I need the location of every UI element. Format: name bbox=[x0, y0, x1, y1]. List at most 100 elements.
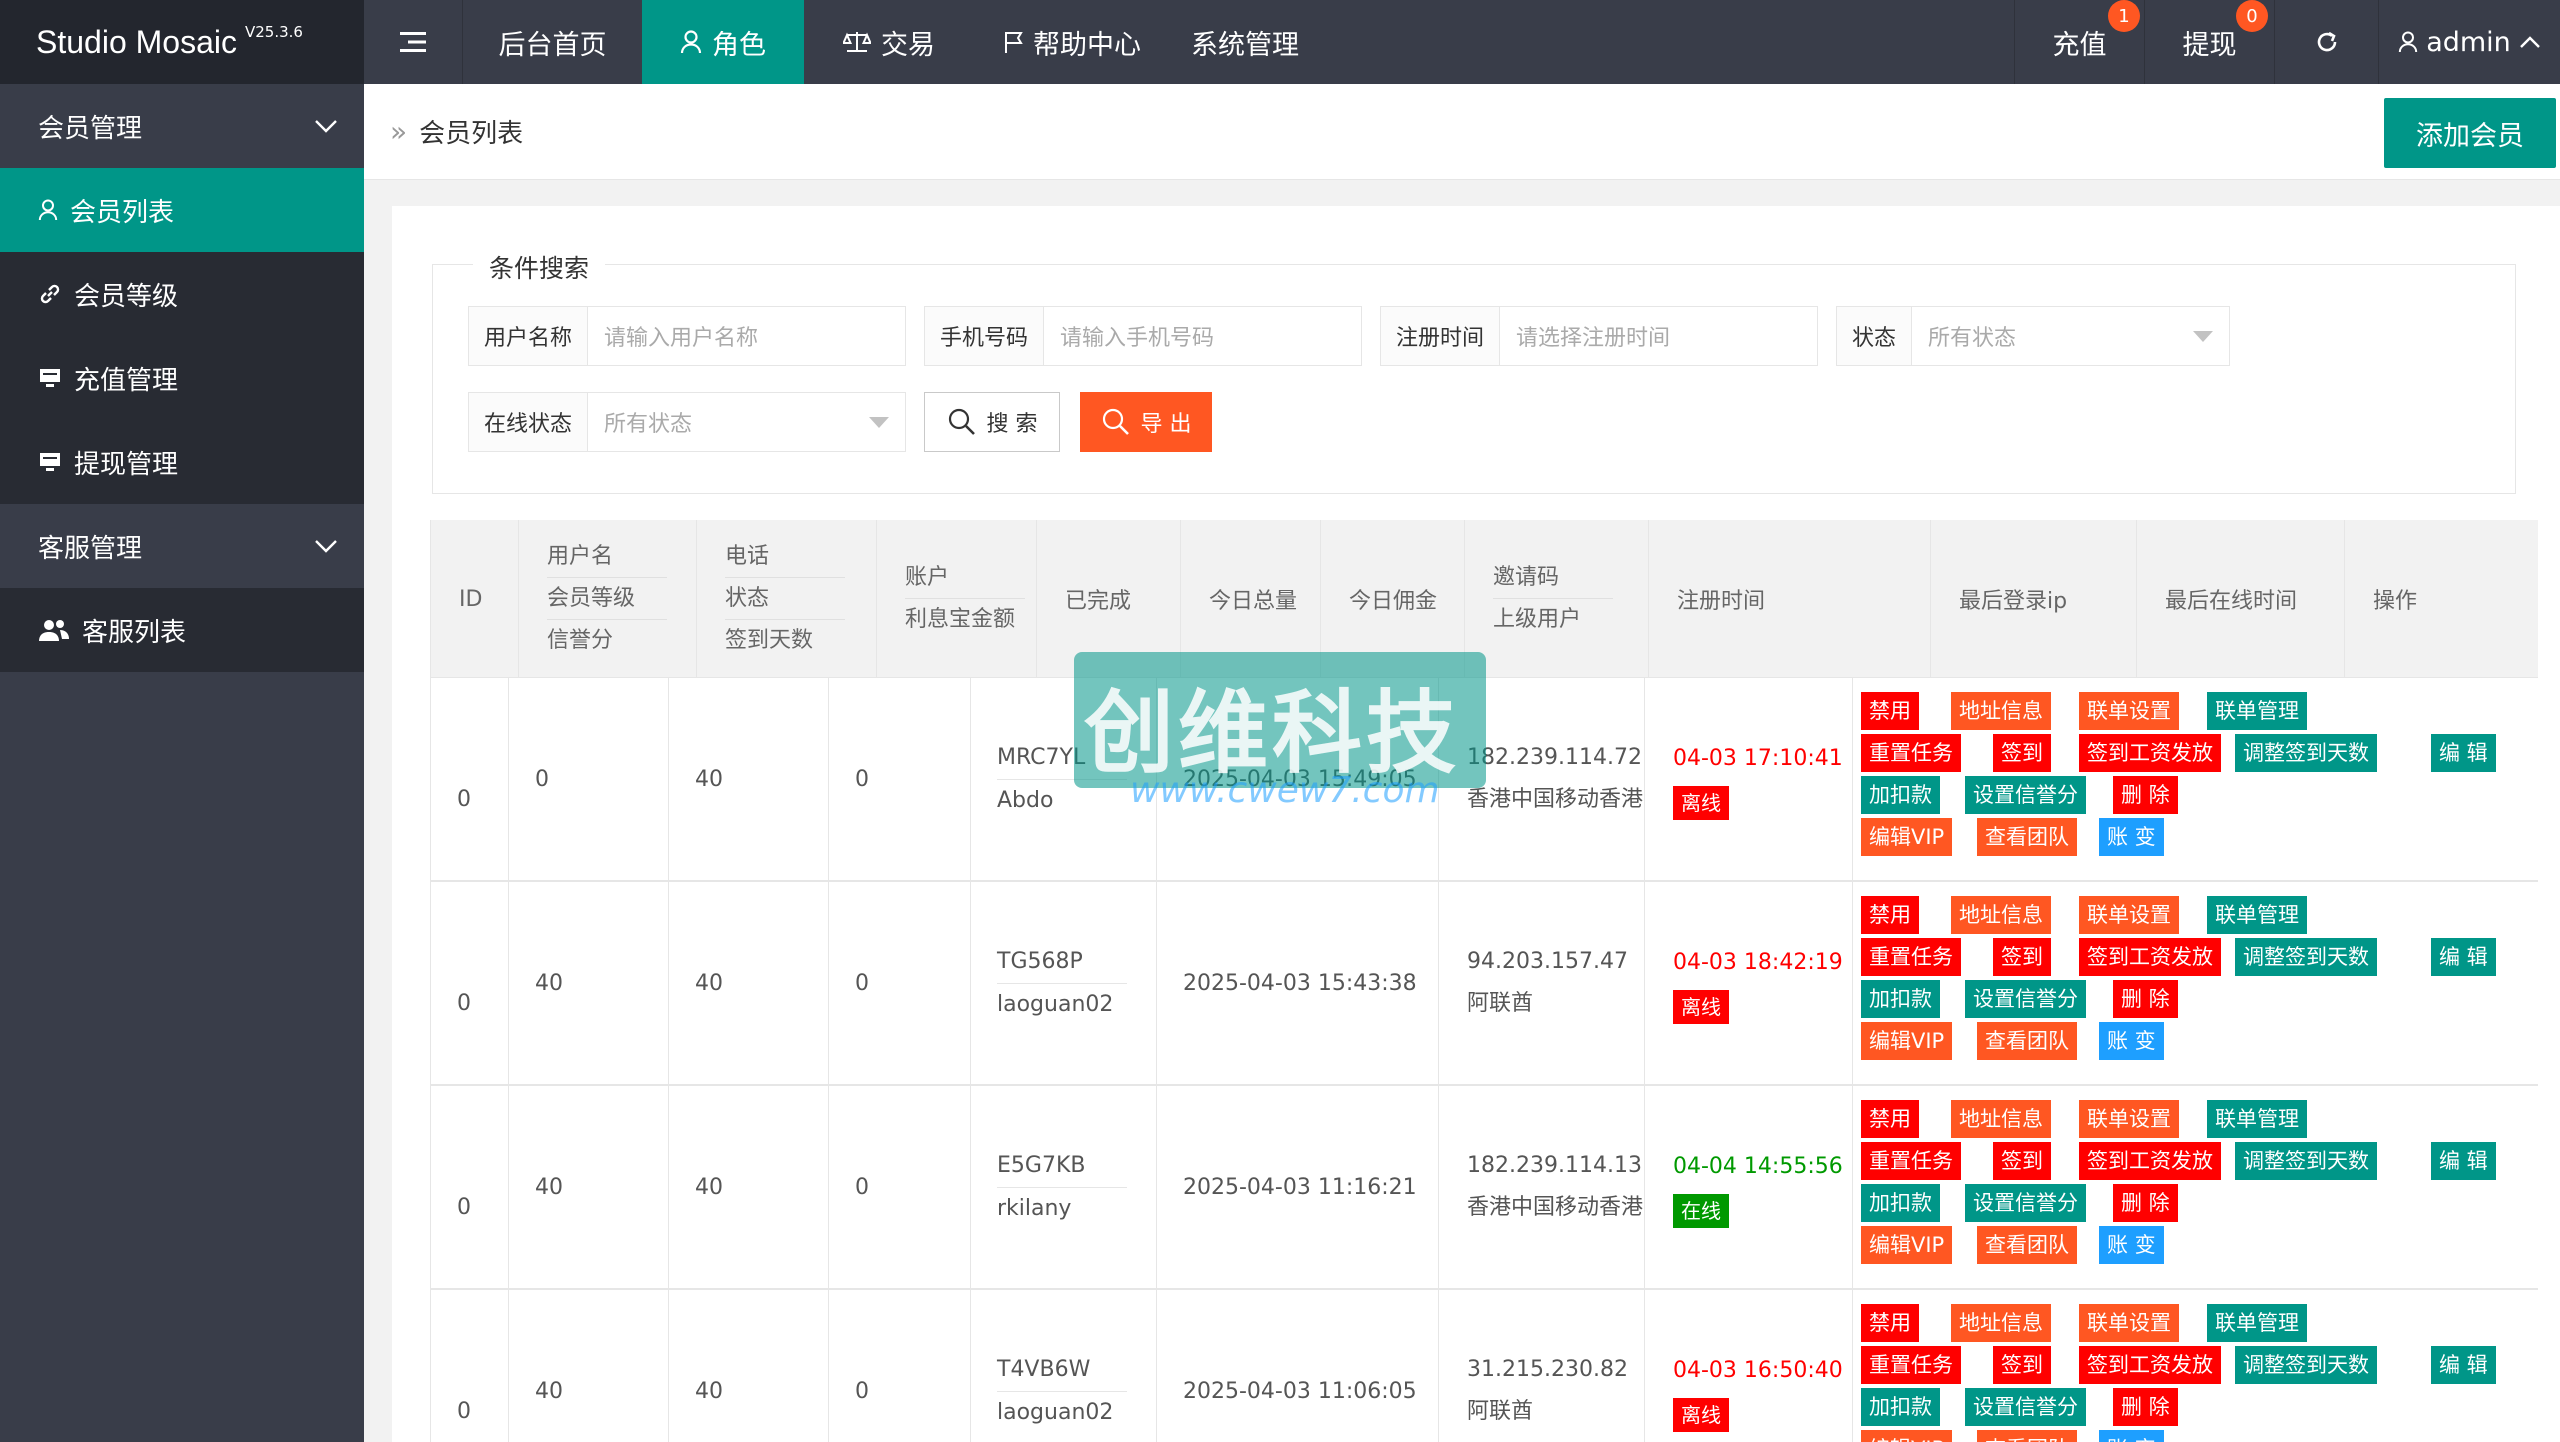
action-button[interactable]: 账 变 bbox=[2099, 1430, 2164, 1442]
action-button[interactable]: 编辑VIP bbox=[1861, 1022, 1953, 1060]
action-button[interactable]: 重置任务 bbox=[1861, 734, 1961, 772]
action-button[interactable]: 账 变 bbox=[2099, 1022, 2164, 1060]
export-button[interactable]: 导 出 bbox=[1080, 392, 1212, 452]
action-button[interactable]: 设置信誉分 bbox=[1965, 980, 2086, 1018]
action-button[interactable]: 编 辑 bbox=[2431, 1142, 2496, 1180]
action-button[interactable]: 编辑VIP bbox=[1861, 1226, 1953, 1264]
action-button[interactable]: 重置任务 bbox=[1861, 938, 1961, 976]
action-button[interactable]: 编辑VIP bbox=[1861, 1430, 1953, 1442]
action-button[interactable]: 签到工资发放 bbox=[2079, 734, 2221, 772]
action-button[interactable]: 加扣款 bbox=[1861, 1184, 1940, 1222]
username-input[interactable]: 请输入用户名称 bbox=[588, 307, 905, 365]
chevron-down-icon bbox=[315, 120, 337, 133]
action-button[interactable]: 查看团队 bbox=[1977, 1226, 2077, 1264]
nav-role[interactable]: 角色 bbox=[642, 0, 804, 84]
action-button[interactable]: 删 除 bbox=[2113, 1184, 2178, 1222]
action-button[interactable]: 删 除 bbox=[2113, 776, 2178, 814]
phone-input[interactable]: 请输入手机号码 bbox=[1044, 307, 1361, 365]
action-button[interactable]: 签到 bbox=[1993, 938, 2051, 976]
action-button[interactable]: 账 变 bbox=[2099, 1226, 2164, 1264]
action-button[interactable]: 查看团队 bbox=[1977, 1022, 2077, 1060]
search-button[interactable]: 搜 索 bbox=[924, 392, 1060, 452]
withdraw-badge: 0 bbox=[2236, 0, 2268, 32]
action-button[interactable]: 加扣款 bbox=[1861, 776, 1940, 814]
nav-home[interactable]: 后台首页 bbox=[462, 0, 642, 84]
action-button[interactable]: 重置任务 bbox=[1861, 1346, 1961, 1384]
action-button[interactable]: 禁用 bbox=[1861, 692, 1919, 730]
action-button[interactable]: 设置信誉分 bbox=[1965, 1388, 2086, 1426]
sidebar-item-member-list[interactable]: 会员列表 bbox=[0, 168, 364, 252]
action-button[interactable]: 调整签到天数 bbox=[2235, 734, 2377, 772]
action-button[interactable]: 调整签到天数 bbox=[2235, 1142, 2377, 1180]
action-button[interactable]: 设置信誉分 bbox=[1965, 776, 2086, 814]
action-button[interactable]: 签到工资发放 bbox=[2079, 1142, 2221, 1180]
online-status-select[interactable]: 所有状态 bbox=[588, 393, 905, 451]
action-button[interactable]: 查看团队 bbox=[1977, 1430, 2077, 1442]
action-button[interactable]: 联单设置 bbox=[2079, 1100, 2179, 1138]
sidebar-group-label: 会员管理 bbox=[38, 113, 143, 144]
action-button[interactable]: 联单设置 bbox=[2079, 896, 2179, 934]
nav-recharge[interactable]: 充值 1 bbox=[2014, 0, 2144, 84]
action-button[interactable]: 加扣款 bbox=[1861, 1388, 1940, 1426]
parent-user: Abdo bbox=[997, 779, 1127, 821]
action-button[interactable]: 签到 bbox=[1993, 734, 2051, 772]
action-button[interactable]: 加扣款 bbox=[1861, 980, 1940, 1018]
field-label: 注册时间 bbox=[1381, 307, 1501, 365]
action-button[interactable]: 地址信息 bbox=[1951, 1304, 2051, 1342]
action-button[interactable]: 编 辑 bbox=[2431, 938, 2496, 976]
menu-toggle[interactable] bbox=[364, 0, 462, 84]
action-button[interactable]: 签到工资发放 bbox=[2079, 938, 2221, 976]
action-button[interactable]: 地址信息 bbox=[1951, 692, 2051, 730]
sidebar-item-service-list[interactable]: 客服列表 bbox=[0, 588, 364, 672]
action-button[interactable]: 设置信誉分 bbox=[1965, 1184, 2086, 1222]
online-status-field: 在线状态 所有状态 bbox=[468, 392, 906, 452]
action-button[interactable]: 签到工资发放 bbox=[2079, 1346, 2221, 1384]
user-menu[interactable]: admin bbox=[2378, 0, 2560, 84]
action-button[interactable]: 编辑VIP bbox=[1861, 818, 1953, 856]
nav-system[interactable]: 系统管理 bbox=[1170, 0, 1320, 84]
action-button[interactable]: 联单管理 bbox=[2207, 1304, 2307, 1342]
action-button[interactable]: 签到 bbox=[1993, 1142, 2051, 1180]
action-button[interactable]: 编 辑 bbox=[2431, 734, 2496, 772]
add-member-button[interactable]: 添加会员 bbox=[2384, 98, 2556, 168]
action-button[interactable]: 调整签到天数 bbox=[2235, 1346, 2377, 1384]
nav-help[interactable]: 帮助中心 bbox=[974, 0, 1170, 84]
action-button[interactable]: 地址信息 bbox=[1951, 896, 2051, 934]
field-label: 在线状态 bbox=[469, 393, 589, 451]
cell-text: 0 bbox=[855, 970, 869, 996]
nav-trade-label: 交易 bbox=[881, 29, 935, 61]
action-button[interactable]: 联单管理 bbox=[2207, 1100, 2307, 1138]
nav-trade[interactable]: 交易 bbox=[804, 0, 974, 84]
cell-id: 0 bbox=[431, 1290, 509, 1442]
action-button[interactable]: 联单设置 bbox=[2079, 692, 2179, 730]
invite-code: T4VB6W bbox=[997, 1357, 1091, 1382]
regtime-input[interactable]: 请选择注册时间 bbox=[1500, 307, 1817, 365]
action-button[interactable]: 删 除 bbox=[2113, 980, 2178, 1018]
cell-invite: E5G7KB rkilany bbox=[971, 1086, 1157, 1288]
action-button[interactable]: 编 辑 bbox=[2431, 1346, 2496, 1384]
action-button[interactable]: 禁用 bbox=[1861, 1304, 1919, 1342]
action-button[interactable]: 签到 bbox=[1993, 1346, 2051, 1384]
action-button[interactable]: 联单管理 bbox=[2207, 692, 2307, 730]
action-button[interactable]: 地址信息 bbox=[1951, 1100, 2051, 1138]
action-button[interactable]: 禁用 bbox=[1861, 896, 1919, 934]
nav-recharge-label: 充值 bbox=[2052, 29, 2107, 61]
action-button[interactable]: 查看团队 bbox=[1977, 818, 2077, 856]
ip-location: 香港中国移动香港 bbox=[1467, 1195, 1644, 1220]
sidebar-item-recharge[interactable]: 充值管理 bbox=[0, 336, 364, 420]
action-button[interactable]: 删 除 bbox=[2113, 1388, 2178, 1426]
status-select[interactable]: 所有状态 bbox=[1912, 307, 2229, 365]
refresh-button[interactable] bbox=[2274, 0, 2378, 84]
action-button[interactable]: 联单设置 bbox=[2079, 1304, 2179, 1342]
cell-regtime: 2025-04-03 15:49:05 bbox=[1157, 678, 1439, 880]
sidebar-group-service[interactable]: 客服管理 bbox=[0, 504, 364, 588]
sidebar-item-member-level[interactable]: 会员等级 bbox=[0, 252, 364, 336]
action-button[interactable]: 账 变 bbox=[2099, 818, 2164, 856]
sidebar-group-member[interactable]: 会员管理 bbox=[0, 84, 364, 168]
sidebar-item-withdraw[interactable]: 提现管理 bbox=[0, 420, 364, 504]
action-button[interactable]: 重置任务 bbox=[1861, 1142, 1961, 1180]
action-button[interactable]: 禁用 bbox=[1861, 1100, 1919, 1138]
action-button[interactable]: 联单管理 bbox=[2207, 896, 2307, 934]
action-button[interactable]: 调整签到天数 bbox=[2235, 938, 2377, 976]
nav-withdraw[interactable]: 提现 0 bbox=[2144, 0, 2274, 84]
